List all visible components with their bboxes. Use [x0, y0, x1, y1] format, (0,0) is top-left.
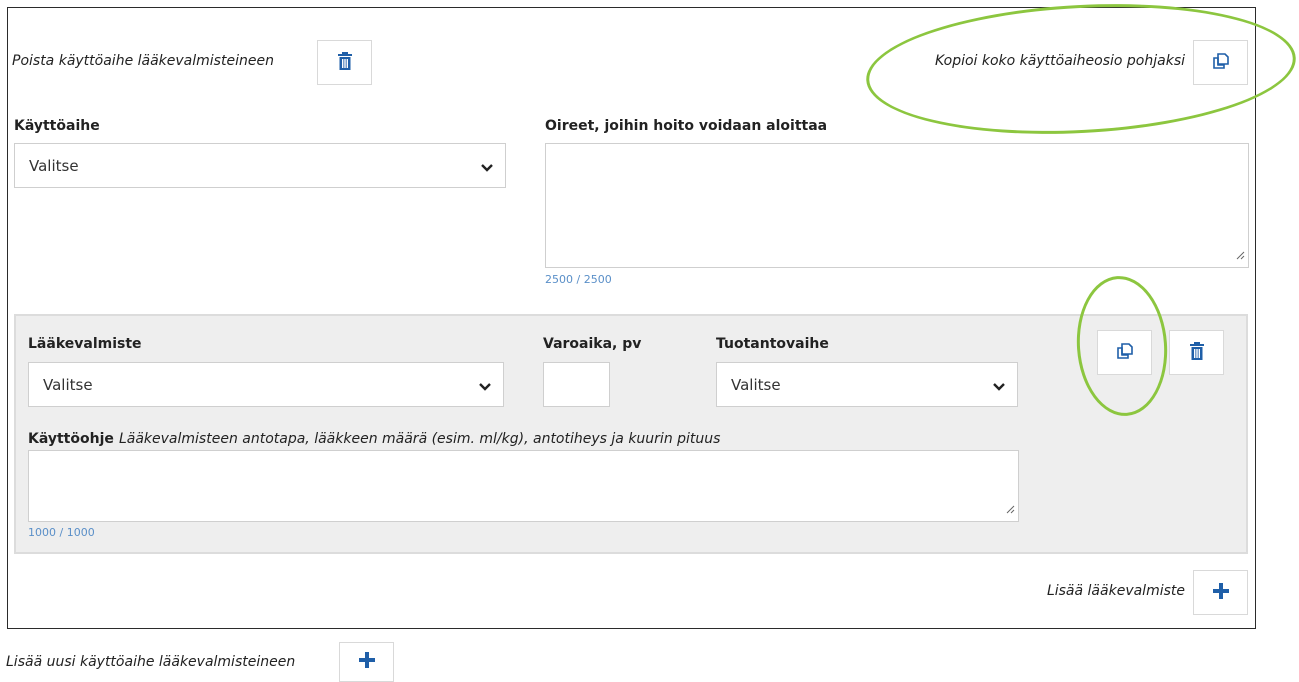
- resize-handle-icon[interactable]: [1235, 245, 1245, 264]
- copy-product-button[interactable]: [1097, 330, 1152, 375]
- instructions-label: Käyttöohje: [28, 431, 114, 447]
- instructions-counter: 1000 / 1000: [28, 526, 95, 539]
- chevron-down-icon: [479, 378, 491, 396]
- instructions-hint: Lääkevalmisteen antotapa, lääkkeen määrä…: [118, 431, 721, 447]
- indication-select-value: Valitse: [29, 156, 79, 175]
- chevron-down-icon: [481, 159, 493, 177]
- chevron-down-icon: [993, 378, 1005, 396]
- indication-select[interactable]: Valitse: [14, 143, 506, 188]
- copy-icon: [1116, 342, 1134, 364]
- trash-icon: [337, 51, 353, 74]
- delete-product-button[interactable]: [1169, 330, 1224, 375]
- add-indication-label: Lisää uusi käyttöaihe lääkevalmisteineen: [6, 654, 296, 670]
- indication-label: Käyttöaihe: [14, 118, 100, 134]
- production-select-value: Valitse: [731, 375, 781, 394]
- product-select-value: Valitse: [43, 375, 93, 394]
- copy-indication-button[interactable]: [1193, 40, 1248, 85]
- copy-icon: [1212, 52, 1230, 74]
- add-indication-button[interactable]: [339, 642, 394, 682]
- trash-icon: [1189, 341, 1205, 364]
- delete-indication-button[interactable]: [317, 40, 372, 85]
- product-panel: Lääkevalmiste Valitse Varoaika, pv Tuota…: [14, 314, 1248, 554]
- delete-indication-label: Poista käyttöaihe lääkevalmisteineen: [12, 53, 274, 69]
- symptoms-counter: 2500 / 2500: [545, 273, 612, 286]
- plus-icon: [1212, 582, 1229, 603]
- withdrawal-input[interactable]: [543, 362, 610, 407]
- instructions-heading: Käyttöohje Lääkevalmisteen antotapa, lää…: [28, 428, 720, 447]
- symptoms-label: Oireet, joihin hoito voidaan aloittaa: [545, 118, 828, 134]
- production-label: Tuotantovaihe: [716, 336, 829, 352]
- production-select[interactable]: Valitse: [716, 362, 1018, 407]
- add-product-button[interactable]: [1193, 570, 1248, 615]
- copy-indication-label: Kopioi koko käyttöaiheosio pohjaksi: [934, 53, 1185, 69]
- instructions-textarea[interactable]: [28, 450, 1019, 522]
- symptoms-textarea[interactable]: [545, 143, 1249, 268]
- product-select[interactable]: Valitse: [28, 362, 504, 407]
- product-label: Lääkevalmiste: [28, 336, 142, 352]
- withdrawal-label: Varoaika, pv: [543, 336, 642, 352]
- add-product-label: Lisää lääkevalmiste: [1046, 583, 1185, 599]
- plus-icon: [358, 652, 375, 672]
- resize-handle-icon[interactable]: [1005, 499, 1015, 518]
